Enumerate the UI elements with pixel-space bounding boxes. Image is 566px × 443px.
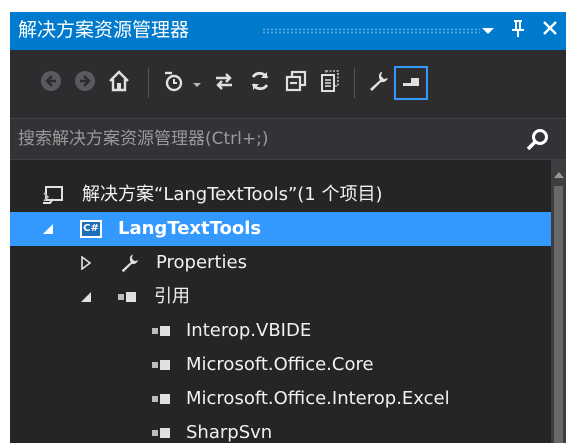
search-icon[interactable] <box>525 127 551 153</box>
references-icon <box>118 280 136 314</box>
scrollbar-thumb[interactable] <box>554 186 563 443</box>
forward-button[interactable] <box>72 66 98 100</box>
solution-tree: 解决方案“LangTextTools”(1 个项目) C# LangTextTo… <box>10 160 551 443</box>
tree-row-reference[interactable]: Microsoft.Office.Interop.Excel <box>10 382 551 416</box>
window-options-button[interactable] <box>476 17 500 43</box>
collapse-all-button[interactable] <box>282 66 310 100</box>
properties-button[interactable] <box>364 66 392 100</box>
wrench-icon <box>118 246 140 280</box>
tree-row-project[interactable]: C# LangTextTools <box>10 212 551 246</box>
close-button[interactable] <box>538 17 562 43</box>
scroll-up-arrow-icon[interactable] <box>554 172 564 178</box>
solution-explorer-panel: 解决方案资源管理器 搜索解决方案资源管理器(Ctrl+;) 解决方案“LangT… <box>10 12 566 443</box>
tree-row-reference[interactable]: Interop.VBIDE <box>10 314 551 348</box>
home-icon <box>107 69 131 97</box>
tree-row-reference[interactable]: SharpSvn <box>10 416 551 443</box>
vertical-scrollbar[interactable] <box>551 160 566 443</box>
search-bar <box>10 118 566 160</box>
refresh-icon <box>248 69 272 97</box>
reference-icon <box>152 348 170 382</box>
tree-row-references[interactable]: 引用 <box>10 280 551 314</box>
tree-label: 解决方案“LangTextTools”(1 个项目) <box>82 184 383 205</box>
pending-changes-filter-icon <box>162 69 186 97</box>
solution-icon <box>42 178 64 212</box>
filter-dropdown-button[interactable] <box>190 66 204 100</box>
tree-label: Microsoft.Office.Core <box>186 354 374 375</box>
preview-selected-items-button[interactable] <box>394 66 428 100</box>
expanded-arrow-icon[interactable] <box>42 212 54 246</box>
collapsed-arrow-icon[interactable] <box>80 246 92 280</box>
tree-row-properties[interactable]: Properties <box>10 246 551 280</box>
tree-row-solution[interactable]: 解决方案“LangTextTools”(1 个项目) <box>10 178 551 212</box>
tree-label: SharpSvn <box>186 422 273 443</box>
toolbar <box>10 50 566 118</box>
properties-icon <box>366 69 390 97</box>
collapse-all-icon <box>284 69 308 97</box>
expanded-arrow-icon[interactable] <box>80 280 92 314</box>
tree-label: Interop.VBIDE <box>186 320 312 341</box>
refresh-button[interactable] <box>246 66 274 100</box>
reference-icon <box>152 416 170 443</box>
title-grip[interactable] <box>262 28 480 34</box>
project-badge: C# <box>80 220 102 238</box>
show-all-files-button[interactable] <box>316 66 344 100</box>
sync-with-active-document-icon <box>212 69 236 97</box>
toolbar-separator <box>354 68 355 98</box>
pending-changes-filter-button[interactable] <box>160 66 188 100</box>
tree-label: Microsoft.Office.Interop.Excel <box>186 388 450 409</box>
title-bar[interactable]: 解决方案资源管理器 <box>10 12 566 50</box>
back-icon <box>40 70 62 96</box>
toolbar-separator <box>148 68 149 98</box>
tree-label: Properties <box>156 252 247 273</box>
preview-selected-items-icon <box>400 70 422 96</box>
pin-icon <box>511 19 525 42</box>
tree-row-reference[interactable]: Microsoft.Office.Core <box>10 348 551 382</box>
pin-button[interactable] <box>506 17 530 43</box>
close-icon <box>542 20 558 41</box>
chevron-down-icon <box>481 20 495 41</box>
reference-icon <box>152 382 170 416</box>
forward-icon <box>74 70 96 96</box>
csharp-project-icon: C# <box>80 212 102 246</box>
home-button[interactable] <box>104 66 134 100</box>
show-all-files-icon <box>318 69 342 97</box>
dropdown-arrow-icon <box>192 74 202 93</box>
back-button[interactable] <box>38 66 64 100</box>
panel-title: 解决方案资源管理器 <box>18 19 190 41</box>
sync-with-active-document-button[interactable] <box>210 66 238 100</box>
tree-label: 引用 <box>154 286 190 307</box>
tree-label: LangTextTools <box>118 218 262 239</box>
reference-icon <box>152 314 170 348</box>
search-input[interactable] <box>10 119 510 159</box>
